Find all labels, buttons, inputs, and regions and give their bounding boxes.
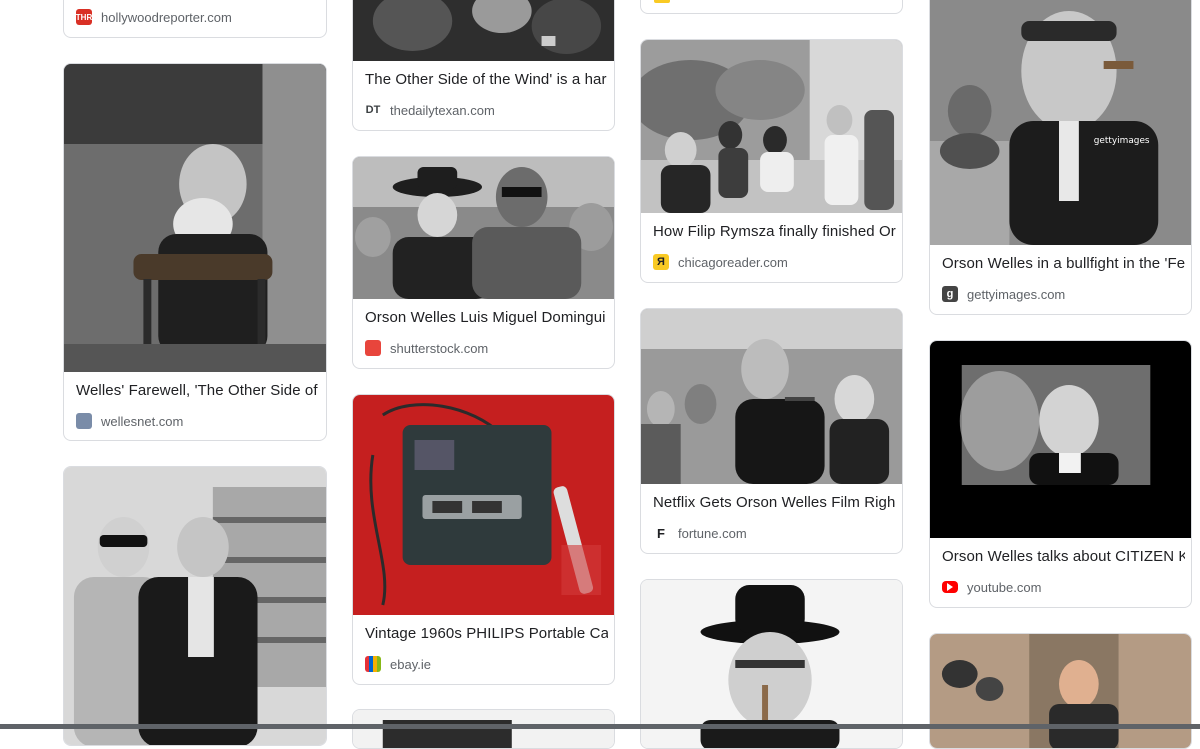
hollywoodreporter-favicon-icon: THR [76, 9, 92, 25]
result-image[interactable] [64, 64, 326, 372]
image-result-card[interactable]: Welles' Farewell, 'The Other Side of wel… [63, 63, 327, 441]
result-image[interactable] [64, 467, 326, 745]
result-title[interactable]: Netflix Gets Orson Welles Film Righ [653, 494, 896, 511]
source-domain[interactable]: shutterstock.com [390, 341, 488, 356]
result-title[interactable]: Orson Welles talks about CITIZEN K [942, 548, 1185, 565]
source-domain[interactable]: fortune.com [678, 526, 747, 541]
result-image[interactable] [353, 395, 614, 615]
result-title[interactable]: Vintage 1960s PHILIPS Portable Cas [365, 625, 608, 642]
image-result-card[interactable] [929, 633, 1192, 749]
youtube-play-icon [942, 581, 958, 593]
source-row: youtube.com [942, 578, 1185, 596]
result-image[interactable] [353, 710, 614, 748]
source-row: F fortune.com [653, 524, 896, 542]
source-row: wellesnet.com [76, 412, 320, 430]
image-result-card[interactable]: Orson Welles Luis Miguel Domingui shutte… [352, 156, 615, 369]
image-result-card[interactable]: Vintage 1960s PHILIPS Portable Cas ebay.… [352, 394, 615, 685]
thedailytexan-favicon-icon: DT [365, 104, 381, 116]
chicagoreader-favicon-icon: Я [653, 254, 669, 270]
result-title[interactable]: Orson Welles Luis Miguel Domingui [365, 309, 608, 326]
svg-text:gettyimages: gettyimages [1094, 136, 1150, 146]
image-result-card[interactable] [63, 466, 327, 746]
result-title[interactable]: How Filip Rymsza finally finished Or [653, 223, 896, 240]
source-domain[interactable]: ebay.ie [390, 657, 431, 672]
result-image[interactable] [930, 341, 1191, 538]
image-result-card[interactable]: The Other Side of the Wind' is a har DT … [352, 0, 615, 131]
image-result-card[interactable] [640, 0, 903, 14]
shutterstock-favicon-icon [365, 340, 381, 356]
result-image[interactable] [353, 0, 614, 61]
source-row: ebay.ie [365, 655, 608, 673]
image-result-card[interactable]: Netflix Gets Orson Welles Film Righ F fo… [640, 308, 903, 554]
result-image[interactable] [353, 157, 614, 299]
image-result-card[interactable]: Orson Welles talks about CITIZEN K youtu… [929, 340, 1192, 608]
source-row: THR hollywoodreporter.com [76, 8, 320, 26]
yellow-marker-icon [654, 0, 670, 3]
ebay-bag-icon [365, 656, 381, 672]
source-domain[interactable]: chicagoreader.com [678, 255, 788, 270]
source-domain[interactable]: youtube.com [967, 580, 1041, 595]
result-title[interactable]: Welles' Farewell, 'The Other Side of [76, 382, 320, 399]
result-image[interactable] [641, 40, 902, 213]
source-row: DT thedailytexan.com [365, 101, 608, 119]
result-image[interactable] [641, 309, 902, 484]
source-row: g gettyimages.com [942, 285, 1185, 303]
gettyimages-favicon-icon: g [942, 286, 958, 302]
fortune-favicon-icon: F [657, 525, 665, 541]
source-row: shutterstock.com [365, 339, 608, 357]
source-domain[interactable]: wellesnet.com [101, 414, 183, 429]
source-domain[interactable]: thedailytexan.com [390, 103, 495, 118]
result-title[interactable]: Orson Welles in a bullfight in the 'Fe [942, 255, 1185, 272]
result-image[interactable]: gettyimages [930, 0, 1191, 245]
result-image[interactable] [930, 634, 1191, 748]
image-result-card[interactable]: How Filip Rymsza finally finished Or Я c… [640, 39, 903, 283]
image-result-card[interactable]: THR hollywoodreporter.com [63, 0, 327, 38]
wellesnet-favicon-icon [76, 413, 92, 429]
bottom-scrollbar[interactable] [0, 724, 1200, 729]
source-domain[interactable]: hollywoodreporter.com [101, 10, 232, 25]
image-result-card[interactable]: gettyimages Orson Welles in a bullfight … [929, 0, 1192, 315]
image-result-card[interactable] [352, 709, 615, 749]
source-domain[interactable]: gettyimages.com [967, 287, 1065, 302]
source-row: Я chicagoreader.com [653, 253, 896, 271]
result-title[interactable]: The Other Side of the Wind' is a har [365, 71, 608, 88]
